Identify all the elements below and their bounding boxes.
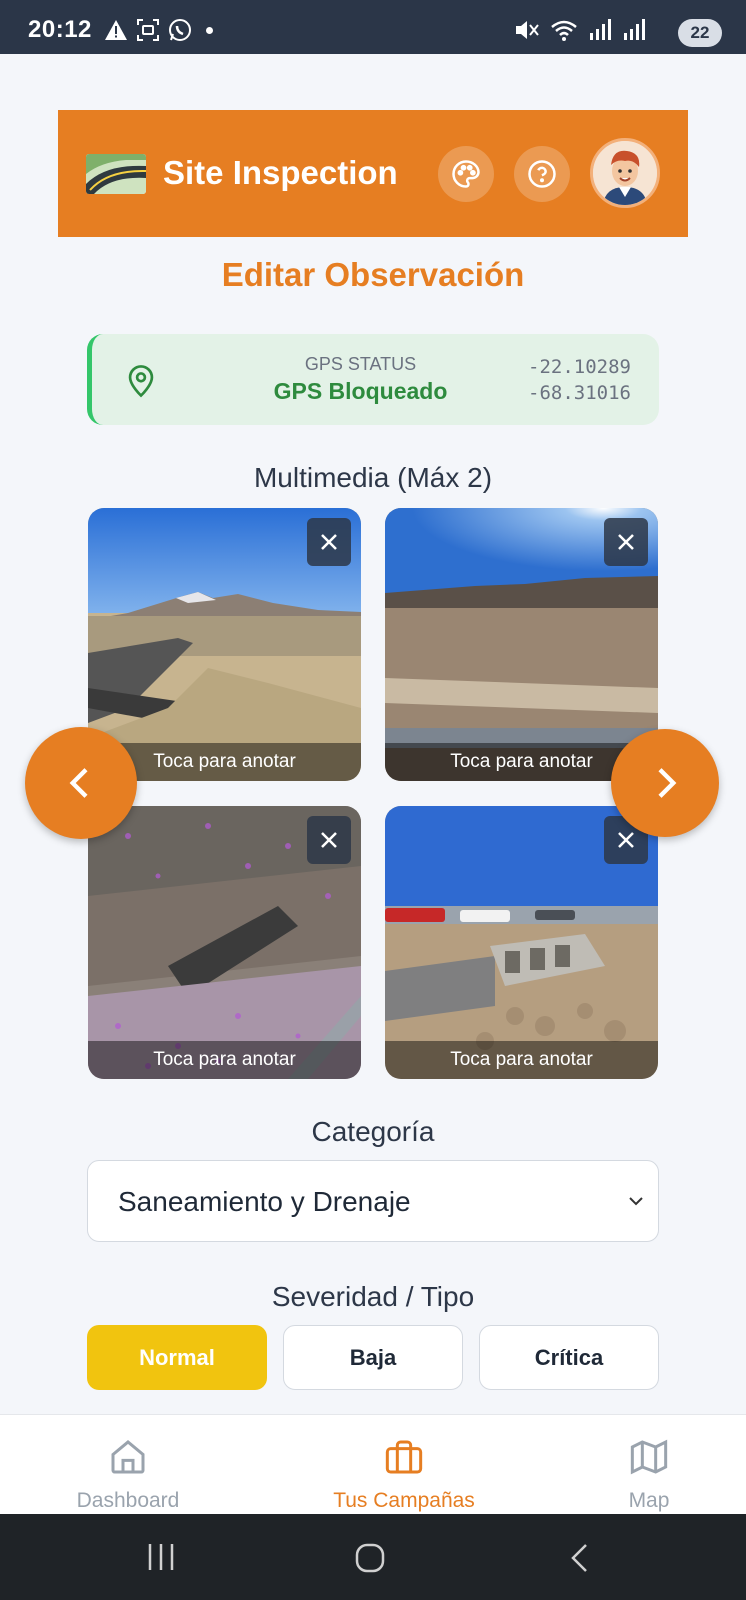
home-icon — [111, 1440, 145, 1474]
mute-icon — [516, 21, 539, 39]
help-button[interactable] — [514, 146, 570, 202]
media-caption: Toca para anotar — [385, 1041, 658, 1079]
theme-button[interactable] — [438, 146, 494, 202]
battery-indicator: 22 — [678, 19, 722, 47]
wifi-icon — [551, 20, 577, 41]
media-item[interactable]: Toca para anotar — [88, 508, 361, 781]
chevron-left-icon — [69, 768, 88, 798]
palette-icon — [452, 160, 480, 188]
help-icon — [528, 160, 556, 188]
user-avatar[interactable] — [590, 138, 660, 208]
severity-normal-button[interactable]: Normal — [87, 1325, 267, 1390]
severidad-title: Severidad / Tipo — [271, 1281, 475, 1312]
gps-longitude: -68.31016 — [528, 382, 631, 404]
nav-label: Map — [628, 1489, 670, 1512]
app-logo — [86, 154, 146, 194]
chevron-down-icon — [629, 1197, 643, 1206]
home-button-icon[interactable] — [354, 1542, 386, 1574]
close-icon — [618, 534, 634, 550]
media-caption: Toca para anotar — [88, 1041, 361, 1079]
signal-icon-2 — [624, 19, 645, 40]
nav-item-dashboard[interactable]: Dashboard — [28, 1415, 228, 1515]
next-button[interactable] — [611, 729, 719, 837]
close-icon — [618, 832, 634, 848]
warning-icon — [105, 20, 127, 40]
back-icon[interactable] — [566, 1542, 594, 1574]
status-time: 20:12 — [28, 16, 92, 43]
close-icon — [321, 534, 337, 550]
notification-dot-icon — [206, 26, 213, 34]
map-icon — [630, 1439, 668, 1475]
nav-item-map[interactable]: Map — [549, 1415, 746, 1515]
bottom-navigation: Dashboard Tus Campañas Map — [0, 1414, 746, 1514]
close-icon — [321, 832, 337, 848]
media-item[interactable]: Toca para anotar — [385, 806, 658, 1079]
categoria-select[interactable]: Saneamiento y Drenaje — [87, 1160, 659, 1242]
severity-baja-button[interactable]: Baja — [283, 1325, 463, 1390]
recent-apps-icon[interactable] — [146, 1542, 176, 1572]
media-item[interactable]: Toca para anotar — [88, 806, 361, 1079]
gps-status-card: GPS STATUS GPS Bloqueado -22.10289 -68.3… — [87, 334, 659, 425]
gps-coordinates: -22.10289 -68.31016 — [528, 354, 631, 406]
app-header: Site Inspection — [58, 110, 688, 237]
multimedia-title: Multimedia (Máx 2) — [253, 462, 493, 493]
media-item[interactable]: Toca para anotar — [385, 508, 658, 781]
categoria-selected-value: Saneamiento y Drenaje — [118, 1186, 411, 1217]
remove-media-button[interactable] — [604, 518, 648, 566]
app-title: Site Inspection — [163, 154, 398, 191]
whatsapp-icon — [169, 19, 191, 41]
nav-item-campanas[interactable]: Tus Campañas — [304, 1415, 504, 1515]
signal-icon — [590, 19, 611, 40]
gps-latitude: -22.10289 — [528, 356, 631, 378]
remove-media-button[interactable] — [307, 816, 351, 864]
chevron-right-icon — [658, 768, 677, 798]
briefcase-icon — [385, 1440, 423, 1474]
categoria-title: Categoría — [311, 1116, 435, 1147]
nav-label: Tus Campañas — [333, 1489, 475, 1512]
status-bar: 20:12 22 — [0, 0, 746, 54]
remove-media-button[interactable] — [307, 518, 351, 566]
previous-button[interactable] — [25, 727, 137, 839]
severity-critica-button[interactable]: Crítica — [479, 1325, 659, 1390]
nav-label: Dashboard — [76, 1489, 180, 1512]
system-navigation-bar — [0, 1514, 746, 1600]
screenshot-icon — [137, 19, 159, 41]
page-title: Editar Observación — [221, 256, 525, 293]
